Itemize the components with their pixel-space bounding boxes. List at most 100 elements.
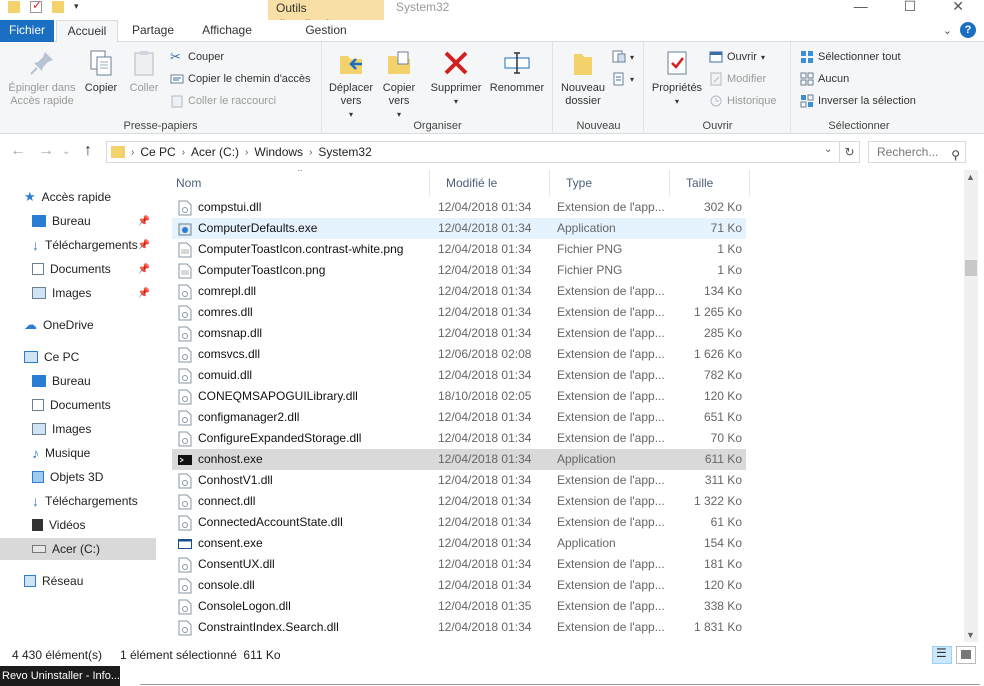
file-row[interactable]: configmanager2.dll 12/04/2018 01:34 Extens… (172, 407, 746, 428)
move-to-button[interactable]: Déplacer vers ▾ (327, 48, 375, 121)
rename-button[interactable]: Renommer (487, 48, 547, 95)
column-header-name[interactable]: Nom (160, 170, 430, 196)
back-arrow-icon[interactable]: ← (10, 142, 26, 160)
file-row[interactable]: comsvcs.dll 12/06/2018 02:08 Extension de … (172, 344, 746, 365)
close-button[interactable]: ✕ (952, 0, 964, 15)
file-name-cell[interactable]: ComputerDefaults.exe (178, 218, 434, 239)
file-row[interactable]: comres.dll 12/04/2018 01:34 Extension de l… (172, 302, 746, 323)
nav-network[interactable]: Réseau (0, 570, 156, 592)
copy-path-button[interactable]: Copier le chemin d'accès (170, 70, 311, 88)
nav-qa-documents[interactable]: Documents 📌 (0, 258, 156, 280)
file-name-cell[interactable]: CONEQMSAPOGUILibrary.dll (178, 386, 434, 407)
search-input[interactable]: Recherch... ⚲ (868, 141, 966, 163)
file-name-cell[interactable]: ComputerToastIcon.png (178, 260, 434, 281)
file-row[interactable]: ConnectedAccountState.dll 12/04/2018 01:3… (172, 512, 746, 533)
nav-onedrive[interactable]: ☁ OneDrive (0, 314, 156, 336)
nav-pc-music[interactable]: ♪ Musique (0, 442, 156, 464)
select-none-button[interactable]: Aucun (800, 70, 849, 88)
file-row[interactable]: consent.exe 12/04/2018 01:34 Application 15… (172, 533, 746, 554)
file-row[interactable]: ComputerToastIcon.contrast-white.png 12/0… (172, 239, 746, 260)
up-arrow-icon[interactable]: ↑ (84, 142, 92, 160)
file-name-cell[interactable]: ConfigureExpandedStorage.dll (178, 428, 434, 449)
scroll-up-arrow-icon[interactable]: ▲ (966, 172, 975, 182)
new-item-button[interactable]: ▾ (612, 48, 634, 66)
nav-qa-desktop[interactable]: Bureau 📌 (0, 210, 156, 232)
copy-button[interactable]: Copier (82, 48, 120, 95)
history-button[interactable]: Historique (709, 92, 777, 110)
column-header-size[interactable]: Taille (670, 170, 750, 196)
file-name-cell[interactable]: console.dll (178, 575, 434, 596)
nav-pc-pictures[interactable]: Images (0, 418, 156, 440)
file-name-cell[interactable]: configmanager2.dll (178, 407, 434, 428)
file-row[interactable]: ComputerToastIcon.png 12/04/2018 01:34 Fic… (172, 260, 746, 281)
delete-button[interactable]: Supprimer ▾ (427, 48, 485, 108)
file-name-cell[interactable]: ConsentUX.dll (178, 554, 434, 575)
address-bar[interactable]: › Ce PC › Acer (C:) › Windows › System32 (106, 141, 840, 163)
breadcrumb-drive[interactable]: Acer (C:) (191, 145, 239, 159)
nav-pc-desktop[interactable]: Bureau (0, 370, 156, 392)
properties-button[interactable]: Propriétés ▾ (647, 48, 707, 108)
file-row[interactable]: ConsoleLogon.dll 12/04/2018 01:35 Extensio… (172, 596, 746, 617)
new-folder-button[interactable]: Nouveau dossier (556, 48, 610, 108)
refresh-icon[interactable]: ↻ (840, 141, 860, 163)
tab-file[interactable]: Fichier (0, 20, 54, 42)
details-view-button[interactable]: ☰ (932, 646, 952, 664)
file-row[interactable]: comsnap.dll 12/04/2018 01:34 Extension de … (172, 323, 746, 344)
file-name-cell[interactable]: connect.dll (178, 491, 434, 512)
file-name-cell[interactable]: comuid.dll (178, 365, 434, 386)
maximize-button[interactable]: ☐ (904, 0, 917, 15)
pin-quick-access-button[interactable]: Épingler dans Accès rapide (4, 48, 80, 108)
properties-check-icon[interactable] (30, 0, 42, 13)
taskbar-item[interactable]: Revo Uninstaller - Info... (0, 666, 120, 686)
nav-pc-documents[interactable]: Documents (0, 394, 156, 416)
help-icon[interactable]: ? (960, 22, 976, 38)
file-row[interactable]: conhost.exe 12/04/2018 01:34 Application 61… (172, 449, 746, 470)
file-row[interactable]: console.dll 12/04/2018 01:34 Extension de … (172, 575, 746, 596)
file-row[interactable]: compstui.dll 12/04/2018 01:34 Extension de… (172, 197, 746, 218)
copy-to-button[interactable]: Copier vers ▾ (377, 48, 421, 121)
customize-qat-icon[interactable]: ▾ (74, 1, 82, 13)
invert-selection-button[interactable]: Inverser la sélection (800, 92, 916, 110)
easy-access-button[interactable]: ▾ (612, 70, 634, 88)
file-row[interactable]: connect.dll 12/04/2018 01:34 Extension de … (172, 491, 746, 512)
file-name-cell[interactable]: consent.exe (178, 533, 434, 554)
file-name-cell[interactable]: ConstraintIndex.Search.dll (178, 617, 434, 638)
paste-button[interactable]: Coller (124, 48, 164, 95)
file-name-cell[interactable]: ConsoleLogon.dll (178, 596, 434, 617)
file-name-cell[interactable]: comres.dll (178, 302, 434, 323)
file-row[interactable]: CONEQMSAPOGUILibrary.dll 18/10/2018 02:05… (172, 386, 746, 407)
nav-pc-videos[interactable]: Vidéos (0, 514, 156, 536)
nav-qa-downloads[interactable]: ↓ Téléchargements 📌 (0, 234, 156, 256)
file-name-cell[interactable]: comrepl.dll (178, 281, 434, 302)
file-row[interactable]: ConstraintIndex.Search.dll 12/04/2018 01:… (172, 617, 746, 638)
tab-view[interactable]: Affichage (192, 20, 262, 42)
scroll-down-arrow-icon[interactable]: ▼ (966, 630, 975, 640)
nav-qa-pictures[interactable]: Images 📌 (0, 282, 156, 304)
tab-share[interactable]: Partage (122, 20, 184, 42)
file-name-cell[interactable]: compstui.dll (178, 197, 434, 218)
new-folder-icon[interactable] (52, 1, 64, 13)
file-name-cell[interactable]: comsnap.dll (178, 323, 434, 344)
nav-pc-downloads[interactable]: ↓ Téléchargements (0, 490, 156, 512)
open-button[interactable]: Ouvrir ▾ (709, 48, 765, 66)
file-name-cell[interactable]: ComputerToastIcon.contrast-white.png (178, 239, 434, 260)
large-icons-view-button[interactable] (956, 646, 976, 664)
breadcrumb-windows[interactable]: Windows (254, 145, 303, 159)
paste-shortcut-button[interactable]: Coller le raccourci (170, 92, 276, 110)
file-row[interactable]: comrepl.dll 12/04/2018 01:34 Extension de … (172, 281, 746, 302)
minimize-button[interactable]: — (854, 0, 868, 15)
file-row[interactable]: ComputerDefaults.exe 12/04/2018 01:34 Appl… (172, 218, 746, 239)
folder-icon[interactable] (8, 1, 20, 13)
address-dropdown-icon[interactable]: ⌄ (824, 144, 832, 155)
select-all-button[interactable]: Sélectionner tout (800, 48, 901, 66)
file-name-cell[interactable]: ConhostV1.dll (178, 470, 434, 491)
recent-locations-chevron-icon[interactable]: ⌄ (62, 146, 70, 157)
file-row[interactable]: ConhostV1.dll 12/04/2018 01:34 Extension d… (172, 470, 746, 491)
nav-quick-access[interactable]: ★ Accès rapide (0, 186, 156, 208)
column-header-modified[interactable]: Modifié le (430, 170, 550, 196)
file-name-cell[interactable]: conhost.exe (178, 449, 434, 470)
cut-button[interactable]: ✂ Couper (170, 48, 224, 66)
column-header-type[interactable]: Type (550, 170, 670, 196)
nav-pc-3d-objects[interactable]: Objets 3D (0, 466, 156, 488)
file-row[interactable]: ConsentUX.dll 12/04/2018 01:34 Extension d… (172, 554, 746, 575)
